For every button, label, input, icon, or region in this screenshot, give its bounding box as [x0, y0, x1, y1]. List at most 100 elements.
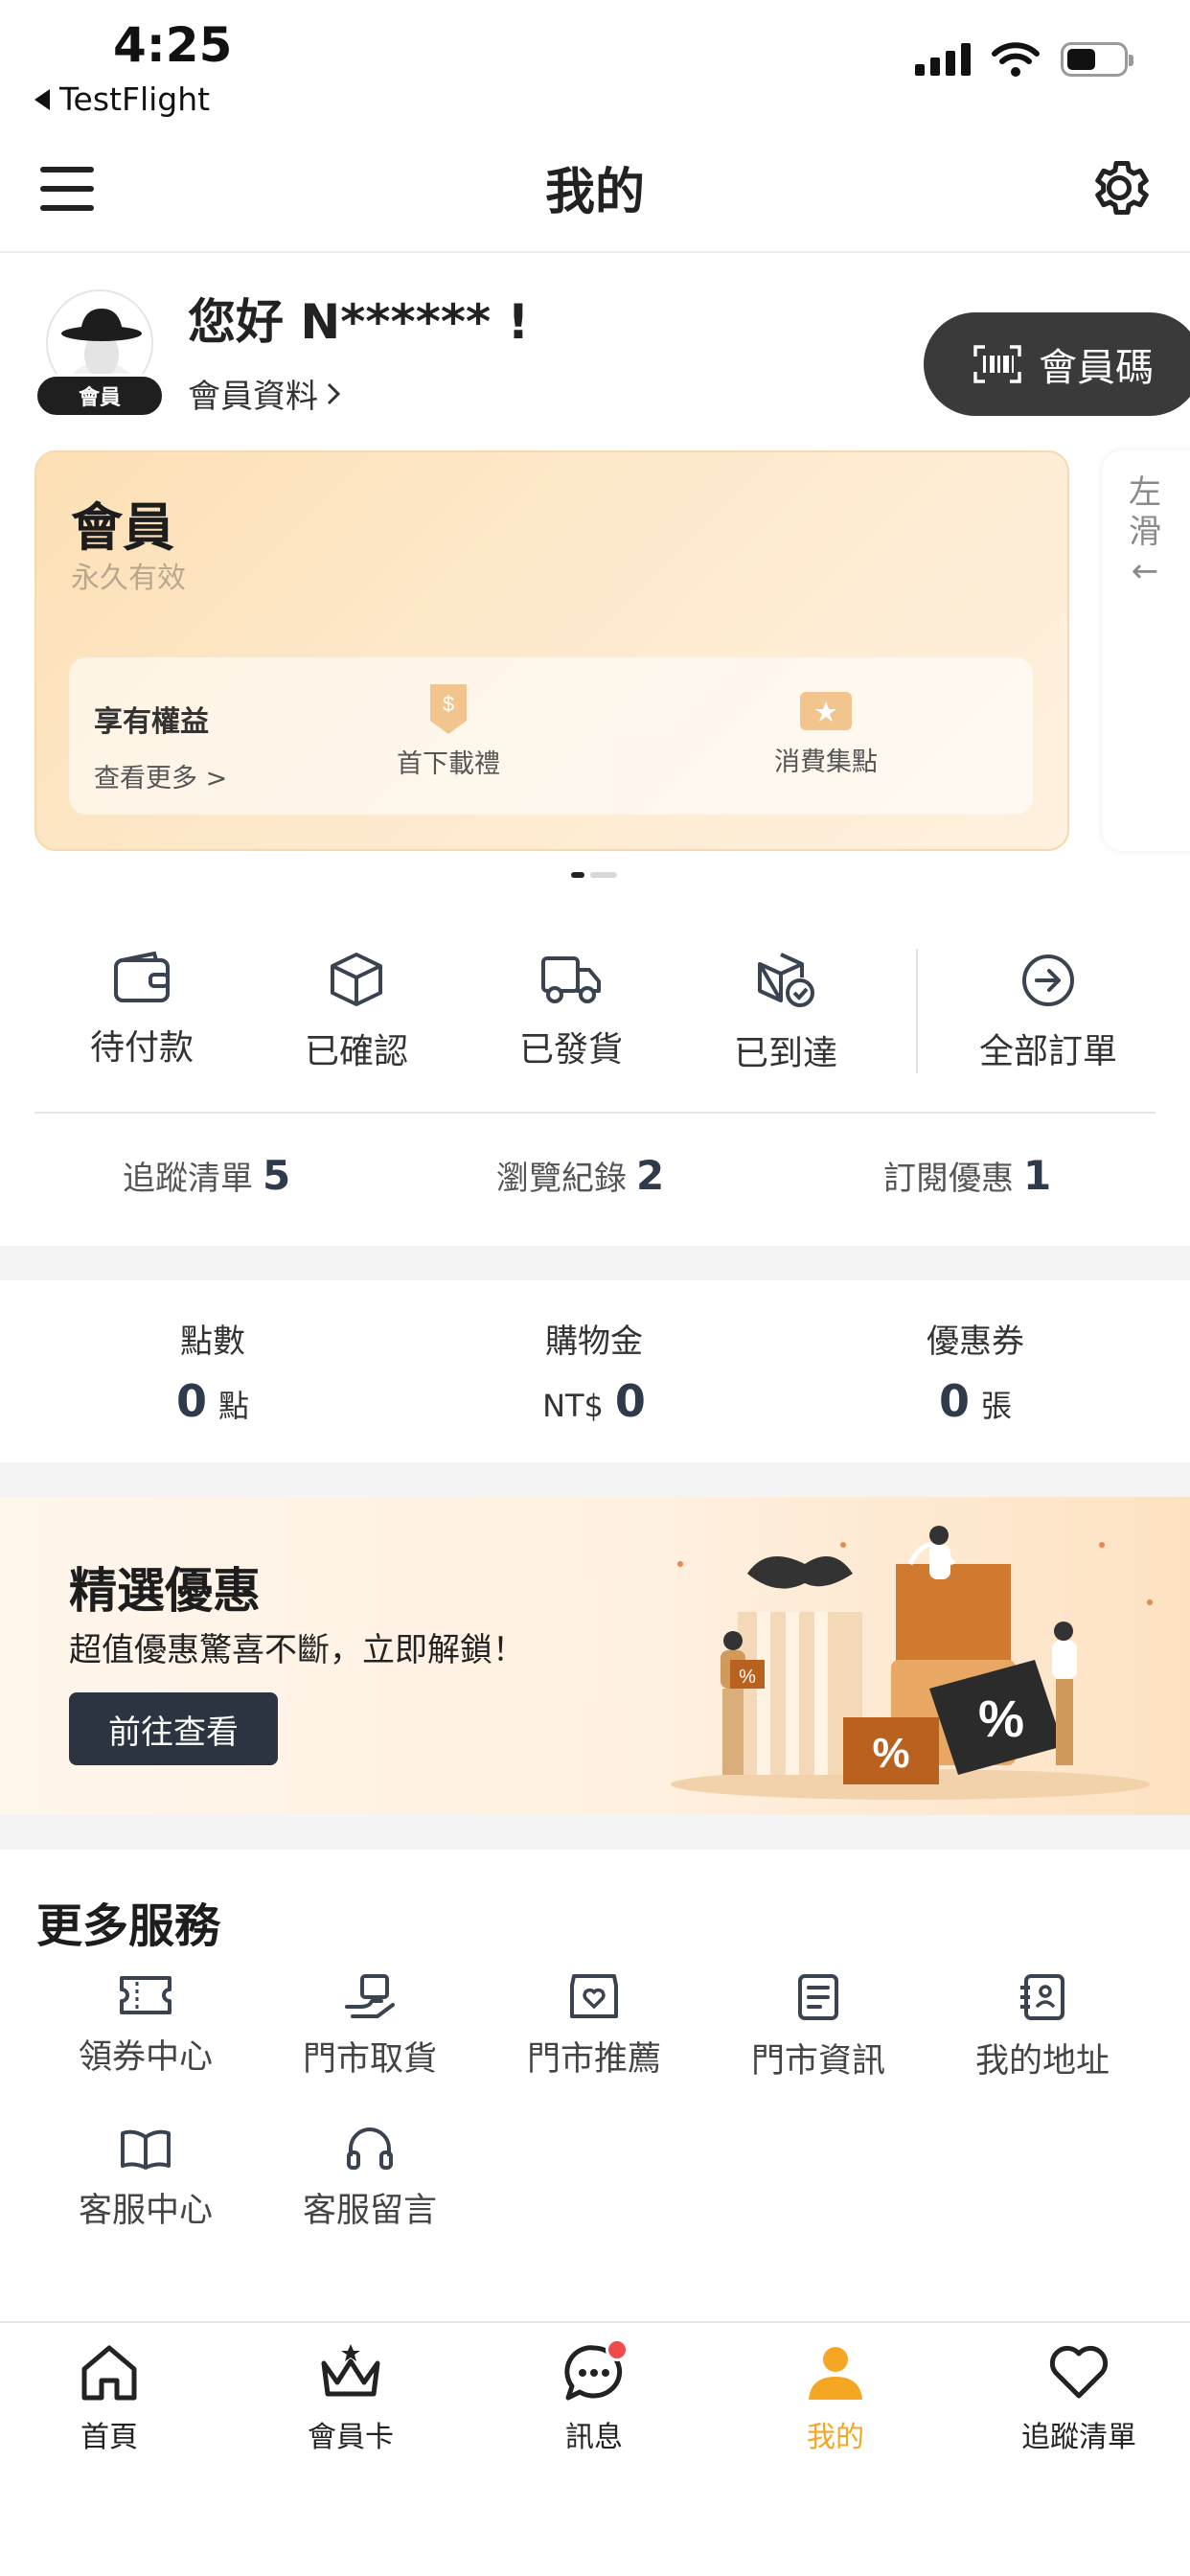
svg-text:%: % [872, 1730, 909, 1777]
service-label: 門市資訊 [750, 2042, 885, 2081]
order-shipped[interactable]: 已發貨 [475, 951, 667, 1071]
service-label: 門市推薦 [526, 2040, 661, 2079]
benefits-more-link[interactable]: 查看更多 > [94, 757, 227, 794]
benefits-more-label: 查看更多 [94, 764, 197, 794]
order-label: 已到達 [733, 1034, 837, 1073]
profile-link[interactable]: 會員資料 [188, 370, 341, 417]
box-check-icon [758, 953, 814, 1007]
member-card-validity: 永久有效 [71, 562, 186, 595]
address-book-icon [1020, 1974, 1064, 2020]
service-coupon-center[interactable]: 領券中心 [50, 1972, 241, 2079]
benefits-title: 享有權益 [94, 705, 209, 739]
page-title: 我的 [544, 164, 645, 221]
member-badge: 會員 [34, 374, 165, 418]
dollar-tag-icon: $ [430, 684, 467, 734]
orders-separator [34, 1112, 1156, 1114]
chevron-right-icon [327, 382, 341, 404]
headphones-icon [347, 2128, 393, 2170]
count-history[interactable]: 瀏覽紀錄 2 [496, 1152, 664, 1199]
order-arrived[interactable]: 已到達 [690, 951, 881, 1075]
count-value: 2 [636, 1152, 665, 1199]
count-subscriptions[interactable]: 訂閱優惠 1 [883, 1152, 1051, 1199]
barcode-scan-icon [973, 345, 1021, 383]
wallet-shopping-credit[interactable]: 購物金 NT$ 0 [450, 1315, 738, 1427]
book-icon [121, 2129, 171, 2170]
chevron-right-icon: > [205, 764, 228, 794]
tab-label: 追蹤清單 [1021, 2421, 1136, 2454]
wallet-points[interactable]: 點數 0點 [69, 1315, 356, 1427]
promo-view-button[interactable]: 前往查看 [69, 1692, 278, 1765]
unread-badge [606, 2338, 629, 2361]
count-label: 追蹤清單 [123, 1160, 253, 1198]
order-label: 全部訂單 [978, 1032, 1117, 1071]
service-customer-center[interactable]: 客服中心 [50, 2128, 241, 2232]
tab-home[interactable]: 首頁 [13, 2342, 205, 2455]
tab-member-card[interactable]: 會員卡 [255, 2342, 446, 2455]
arrow-left-icon: ← [1131, 551, 1159, 590]
wifi-icon [992, 42, 1040, 77]
section-divider [0, 1462, 1190, 1497]
back-app-label: TestFlight [59, 80, 211, 118]
crown-icon [321, 2344, 380, 2397]
count-watchlist[interactable]: 追蹤清單 5 [123, 1152, 290, 1199]
benefit-points[interactable]: 消費集點 [730, 688, 922, 778]
greeting: 您好 N****** ! [188, 294, 530, 350]
arrow-circle-icon [1022, 954, 1074, 1006]
gear-icon[interactable] [1085, 153, 1154, 222]
service-label: 我的地址 [974, 2042, 1110, 2081]
count-label: 訂閱優惠 [883, 1160, 1014, 1198]
swipe-hint-char: 左 [1129, 473, 1161, 512]
wallet-unit: 張 [981, 1388, 1013, 1424]
order-label: 待付款 [89, 1028, 194, 1068]
service-customer-message[interactable]: 客服留言 [274, 2126, 466, 2232]
wallet-label: 購物金 [545, 1322, 643, 1361]
benefit-label: 消費集點 [774, 748, 878, 777]
point-ticket-icon [800, 692, 852, 730]
order-pending-payment[interactable]: 待付款 [46, 951, 238, 1070]
order-all[interactable]: 全部訂單 [952, 953, 1144, 1073]
service-store-recommend[interactable]: 門市推薦 [498, 1972, 690, 2081]
coupon-icon [120, 1976, 172, 2014]
wallet-icon [114, 951, 170, 1002]
svg-text:%: % [739, 1667, 756, 1688]
benefit-label: 首下載禮 [397, 749, 500, 779]
benefit-first-download[interactable]: $ 首下載禮 [353, 682, 544, 780]
back-to-testflight[interactable]: TestFlight [34, 80, 210, 118]
order-label: 已確認 [304, 1032, 408, 1071]
truck-icon [541, 956, 601, 1003]
order-label: 已發貨 [518, 1030, 623, 1070]
services-title: 更多服務 [36, 1899, 221, 1953]
wallet-label: 點數 [180, 1322, 245, 1361]
wallet-coupons[interactable]: 優惠券 0張 [832, 1315, 1119, 1427]
service-store-pickup[interactable]: 門市取貨 [274, 1972, 466, 2081]
orders-divider [916, 949, 918, 1073]
service-label: 客服留言 [302, 2192, 437, 2230]
tab-messages[interactable]: 訊息 [498, 2338, 690, 2455]
wallet-prefix: NT$ [542, 1388, 604, 1424]
store-heart-icon [570, 1974, 618, 2018]
tab-label: 我的 [807, 2421, 864, 2454]
promo-subtitle: 超值優惠驚喜不斷，立即解鎖！ [69, 1631, 525, 1669]
member-code-label: 會員碼 [1039, 346, 1154, 390]
tab-label: 訊息 [565, 2421, 623, 2454]
service-store-info[interactable]: 門市資訊 [722, 1972, 914, 2082]
service-label: 領券中心 [78, 2038, 213, 2077]
tab-watchlist[interactable]: 追蹤清單 [983, 2342, 1175, 2455]
swipe-hint-char: 滑 [1129, 512, 1161, 551]
order-confirmed[interactable]: 已確認 [261, 951, 452, 1073]
service-my-address[interactable]: 我的地址 [947, 1972, 1138, 2082]
member-code-button[interactable]: 會員碼 [924, 312, 1190, 416]
status-icons [915, 42, 1133, 77]
svg-text:%: % [978, 1690, 1024, 1748]
hand-package-icon [345, 1974, 395, 2018]
tab-mine[interactable]: 我的 [740, 2342, 931, 2455]
member-card-title: 會員 [71, 497, 174, 558]
wallet-value: 0 [614, 1375, 646, 1427]
document-icon [798, 1974, 838, 2020]
heart-icon [1049, 2345, 1109, 2399]
promo-title: 精選優惠 [69, 1563, 261, 1619]
user-icon [809, 2347, 862, 2400]
svg-text:$: $ [443, 692, 454, 716]
service-label: 門市取貨 [302, 2040, 437, 2079]
tab-label: 首頁 [80, 2421, 138, 2454]
